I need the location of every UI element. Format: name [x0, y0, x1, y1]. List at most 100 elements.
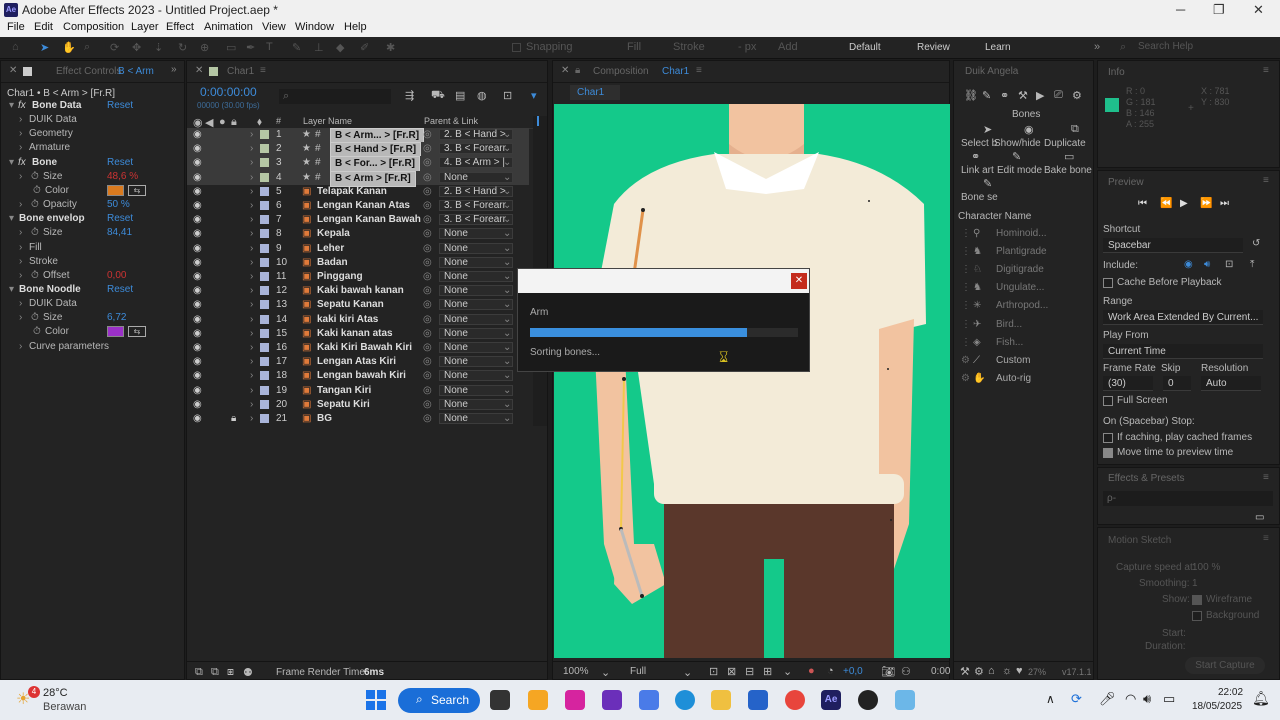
- include-layer-controls-icon[interactable]: ⤒: [1250, 259, 1254, 270]
- parent-dropdown[interactable]: None: [439, 398, 513, 410]
- motion-blur-icon[interactable]: ◍: [477, 89, 487, 102]
- pickwhip-icon[interactable]: ◎: [423, 369, 432, 383]
- pen-tool-icon[interactable]: ✒: [246, 41, 255, 54]
- after-effects-taskbar-icon[interactable]: Ae: [821, 690, 841, 710]
- pickwhip-icon[interactable]: ◎: [423, 199, 432, 213]
- dialog-close-button[interactable]: ✕: [791, 273, 807, 289]
- pickwhip-icon[interactable]: ◎: [423, 270, 432, 284]
- pickwhip-icon[interactable]: ◎: [423, 341, 432, 355]
- camera-tool-icon[interactable]: ⎚: [1054, 89, 1063, 102]
- horse-icon[interactable]: ♞: [973, 281, 982, 295]
- expand-layer-chevron-icon[interactable]: ›: [250, 128, 253, 142]
- toggle-switches-icon[interactable]: ⧉: [195, 666, 203, 679]
- stroke-label[interactable]: Stroke: [673, 41, 705, 53]
- parent-dropdown[interactable]: None: [439, 228, 513, 240]
- effect-property-value[interactable]: 50 %: [107, 198, 130, 212]
- visibility-eye-icon[interactable]: ◉: [193, 213, 202, 227]
- region-of-interest-icon[interactable]: ⊡: [709, 665, 718, 678]
- visibility-eye-icon[interactable]: ◉: [193, 384, 202, 398]
- stroke-width-value[interactable]: - px: [738, 41, 756, 53]
- menu-help[interactable]: Help: [344, 21, 367, 33]
- layer-label-color[interactable]: [260, 371, 269, 381]
- layer-label-color[interactable]: [260, 186, 269, 196]
- disclosure-chevron-icon[interactable]: ›: [19, 340, 22, 354]
- expand-layer-chevron-icon[interactable]: ›: [250, 384, 253, 398]
- layer-row[interactable]: ◉ › 2 ★ # B < Hand > [Fr.R] ◎ 3. B < Forearr ⌄: [187, 142, 529, 159]
- color-channels-icon[interactable]: ●: [808, 665, 815, 677]
- wireframe-checkbox[interactable]: [1192, 595, 1202, 605]
- include-overlays-icon[interactable]: ⊡: [1225, 259, 1233, 270]
- clock-date[interactable]: 18/05/2025: [1192, 701, 1242, 712]
- clone-stamp-icon[interactable]: ⊥: [314, 41, 324, 54]
- transparency-grid-icon[interactable]: ⊠: [727, 665, 736, 678]
- layer-row[interactable]: ◉ › 3 ★ # B < For... > [Fr.R] ◎ 4. B < Arm > | ⌄: [187, 156, 529, 173]
- edge-icon[interactable]: [675, 690, 695, 710]
- timeline-tab[interactable]: Char1: [227, 66, 254, 77]
- menu-view[interactable]: View: [262, 21, 286, 33]
- reset-icon[interactable]: ↺: [1252, 238, 1260, 249]
- pickwhip-icon[interactable]: ◎: [423, 142, 432, 156]
- sync-icon[interactable]: ⟳: [1071, 691, 1082, 707]
- parent-dropdown[interactable]: None: [439, 313, 513, 325]
- disclosure-chevron-icon[interactable]: ›: [19, 198, 22, 212]
- weather-desc[interactable]: Berawan: [43, 701, 86, 713]
- pickwhip-icon[interactable]: ◎: [423, 185, 432, 199]
- layer-label-color[interactable]: [260, 158, 269, 168]
- home-icon[interactable]: ⌂: [12, 41, 19, 53]
- reset-link[interactable]: Reset: [107, 156, 133, 170]
- layer-row[interactable]: ◉ › 1 ★ # B < Arm... > [Fr.R] ◎ 2. B < Hand > ⌄: [187, 128, 529, 144]
- character-preset-button[interactable]: Bird...: [996, 318, 1022, 332]
- close-panel-icon[interactable]: ✕: [9, 65, 17, 76]
- parent-dropdown[interactable]: None: [439, 413, 513, 424]
- duik-home-icon[interactable]: ⌂: [988, 665, 995, 677]
- disclosure-chevron-icon[interactable]: ▾: [9, 99, 14, 113]
- expand-layer-chevron-icon[interactable]: ›: [250, 355, 253, 369]
- effects-menu-icon[interactable]: ≡: [1263, 472, 1269, 483]
- weather-temp[interactable]: 28°C: [43, 687, 68, 699]
- pickwhip-icon[interactable]: ◎: [423, 213, 432, 227]
- pickwhip-icon[interactable]: ◎: [423, 227, 432, 241]
- layer-name[interactable]: Pinggang: [317, 270, 363, 284]
- layer-label-color[interactable]: [260, 229, 269, 239]
- settings-tool-icon[interactable]: ⚙: [1072, 89, 1082, 102]
- search-help-input[interactable]: Search Help: [1138, 41, 1193, 52]
- menu-composition[interactable]: Composition: [63, 21, 124, 33]
- gear-icon[interactable]: ⚙: [961, 354, 970, 368]
- fx-toggle-icon[interactable]: fx: [18, 99, 26, 113]
- visibility-eye-icon[interactable]: ◉: [193, 355, 202, 369]
- drag-handle-icon[interactable]: ⋮: [961, 281, 971, 295]
- pickwhip-icon[interactable]: ◎: [423, 412, 432, 426]
- visibility-eye-icon[interactable]: ◉: [193, 398, 202, 412]
- close-composition-icon[interactable]: ✕: [561, 65, 569, 76]
- character-preset-button[interactable]: Auto-rig: [996, 372, 1031, 386]
- expand-layer-chevron-icon[interactable]: ›: [250, 171, 253, 185]
- layer-name[interactable]: Kaki Kiri Bawah Kiri: [317, 341, 412, 355]
- show-hide-icon[interactable]: ◉: [1024, 123, 1034, 136]
- dolly-tool-icon[interactable]: ⇣: [154, 41, 163, 54]
- fish-icon[interactable]: ◈: [973, 336, 981, 350]
- drag-handle-icon[interactable]: ⋮: [961, 336, 971, 350]
- bug-icon[interactable]: ✳: [973, 299, 981, 313]
- visibility-eye-icon[interactable]: ◉: [193, 327, 202, 341]
- expand-layer-chevron-icon[interactable]: ›: [250, 398, 253, 412]
- character-preset-button[interactable]: Custom: [996, 354, 1030, 368]
- layer-label-color[interactable]: [260, 272, 269, 281]
- layer-row[interactable]: ◉ › 5 ▣ Telapak Kanan ◎ 2. B < Hand > ⌄: [187, 185, 529, 199]
- visibility-eye-icon[interactable]: ◉: [193, 313, 202, 327]
- parent-dropdown[interactable]: None: [439, 299, 513, 311]
- pickwhip-icon[interactable]: ◎: [423, 171, 432, 185]
- link-tool-icon[interactable]: ⚭: [1000, 89, 1009, 102]
- layer-name[interactable]: Leher: [317, 242, 344, 256]
- drag-handle-icon[interactable]: ⋮: [961, 245, 971, 259]
- skip-dropdown[interactable]: 0: [1163, 376, 1191, 391]
- walker-icon[interactable]: ♞: [973, 245, 982, 259]
- parent-dropdown[interactable]: None: [439, 242, 513, 254]
- pickwhip-icon[interactable]: ◎: [423, 298, 432, 312]
- graph-editor-icon[interactable]: ⊡: [503, 89, 512, 102]
- layer-name[interactable]: Badan: [317, 256, 348, 270]
- expand-layer-chevron-icon[interactable]: ›: [250, 369, 253, 383]
- effect-property-value[interactable]: 0,00: [107, 269, 126, 283]
- layer-label-color[interactable]: [260, 144, 269, 154]
- reset-link[interactable]: Reset: [107, 212, 133, 226]
- puppet-pin-icon[interactable]: ✱: [386, 41, 395, 54]
